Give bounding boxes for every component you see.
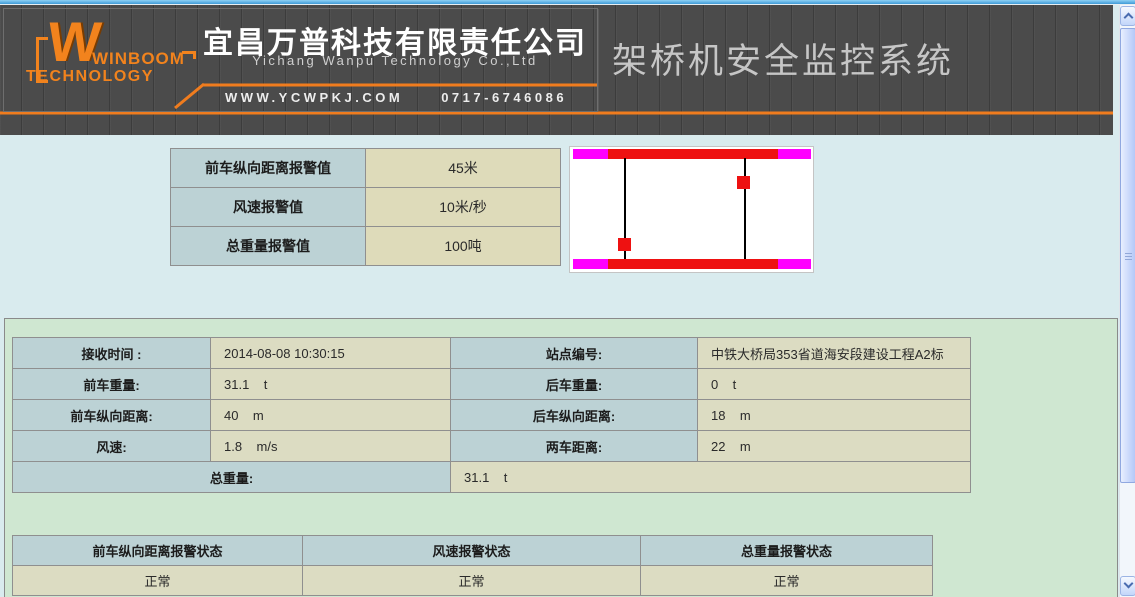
alarm-label-wind-speed: 风速报警值 (171, 188, 366, 227)
vertical-scrollbar[interactable] (1119, 5, 1135, 597)
company-name-en: Yichang Wanpu Technology Co.,Ltd (195, 53, 595, 68)
logo-text-winboom: WINBOOM (92, 49, 185, 69)
crane-schematic (569, 146, 814, 273)
label-wind-speed: 风速: (13, 431, 211, 462)
page-header: W WINBOOM TECHNOLOGY 宜昌万普科技有限责任公司 Yichan… (0, 5, 1113, 135)
contact-bar: WWW.YCWPKJ.COM 0717-6746086 (200, 85, 592, 109)
status-header-front-distance: 前车纵向距离报警状态 (13, 536, 303, 566)
beam-end-right (778, 259, 811, 269)
table-row: 前车纵向距离: 40 m 后车纵向距离: 18 m (13, 400, 971, 431)
label-rear-distance: 后车纵向距离: (451, 400, 698, 431)
readings-panel: 接收时间 : 2014-08-08 10:30:15 站点编号: 中铁大桥局35… (4, 318, 1118, 597)
logo-rule-icon (182, 51, 196, 59)
label-rear-weight: 后车重量: (451, 369, 698, 400)
scrollbar-grip-icon (1125, 253, 1132, 261)
alarm-status-table: 前车纵向距离报警状态 风速报警状态 总重量报警状态 正常 正常 正常 (12, 535, 933, 596)
schematic-bottom-beam (573, 259, 811, 269)
scroll-down-button[interactable] (1120, 576, 1135, 596)
table-row: 总重量: 31.1 t (13, 462, 971, 493)
table-row: 前车纵向距离报警值 45米 (171, 149, 561, 188)
beam-middle (608, 149, 778, 159)
table-row: 风速: 1.8 m/s 两车距离: 22 m (13, 431, 971, 462)
value-rear-distance: 18 m (698, 400, 971, 431)
front-truck-marker (737, 176, 750, 189)
alarm-value-front-distance: 45米 (366, 149, 561, 188)
value-front-weight: 31.1 t (211, 369, 451, 400)
chevron-up-icon (1124, 13, 1134, 23)
beam-end-right (778, 149, 811, 159)
alarm-value-total-weight: 100吨 (366, 227, 561, 266)
table-row: 正常 正常 正常 (13, 566, 933, 596)
chevron-down-icon (1124, 579, 1134, 589)
value-station-id: 中铁大桥局353省道海安段建设工程A2标 (698, 338, 971, 369)
label-front-distance: 前车纵向距离: (13, 400, 211, 431)
beam-end-left (573, 259, 608, 269)
alarm-settings-table: 前车纵向距离报警值 45米 风速报警值 10米/秒 总重量报警值 100吨 (170, 148, 561, 266)
table-row: 前车纵向距离报警状态 风速报警状态 总重量报警状态 (13, 536, 933, 566)
label-front-weight: 前车重量: (13, 369, 211, 400)
table-row: 总重量报警值 100吨 (171, 227, 561, 266)
system-title: 架桥机安全监控系统 (612, 33, 1092, 84)
label-trucks-distance: 两车距离: (451, 431, 698, 462)
status-header-total-weight: 总重量报警状态 (641, 536, 933, 566)
alarm-label-total-weight: 总重量报警值 (171, 227, 366, 266)
front-truck-line (744, 158, 746, 260)
readings-table: 接收时间 : 2014-08-08 10:30:15 站点编号: 中铁大桥局35… (12, 337, 971, 493)
status-value-total-weight: 正常 (641, 566, 933, 596)
beam-middle (608, 259, 778, 269)
table-row: 前车重量: 31.1 t 后车重量: 0 t (13, 369, 971, 400)
status-value-front-distance: 正常 (13, 566, 303, 596)
alarm-label-front-distance: 前车纵向距离报警值 (171, 149, 366, 188)
label-station-id: 站点编号: (451, 338, 698, 369)
status-value-wind-speed: 正常 (303, 566, 641, 596)
value-trucks-distance: 22 m (698, 431, 971, 462)
value-front-distance: 40 m (211, 400, 451, 431)
schematic-top-beam (573, 149, 811, 159)
table-row: 风速报警值 10米/秒 (171, 188, 561, 227)
phone-number: 0717-6746086 (441, 90, 567, 105)
scroll-up-button[interactable] (1120, 6, 1135, 26)
alarm-value-wind-speed: 10米/秒 (366, 188, 561, 227)
label-total-weight: 总重量: (13, 462, 451, 493)
value-total-weight: 31.1 t (451, 462, 971, 493)
value-wind-speed: 1.8 m/s (211, 431, 451, 462)
label-receive-time: 接收时间 : (13, 338, 211, 369)
rear-truck-marker (618, 238, 631, 251)
beam-end-left (573, 149, 608, 159)
table-row: 接收时间 : 2014-08-08 10:30:15 站点编号: 中铁大桥局35… (13, 338, 971, 369)
value-rear-weight: 0 t (698, 369, 971, 400)
website-url: WWW.YCWPKJ.COM (225, 90, 403, 105)
value-receive-time: 2014-08-08 10:30:15 (211, 338, 451, 369)
winboom-logo: W WINBOOM TECHNOLOGY (14, 13, 189, 108)
logo-text-technology: TECHNOLOGY (26, 68, 154, 86)
scrollbar-thumb[interactable] (1120, 28, 1135, 483)
status-header-wind-speed: 风速报警状态 (303, 536, 641, 566)
